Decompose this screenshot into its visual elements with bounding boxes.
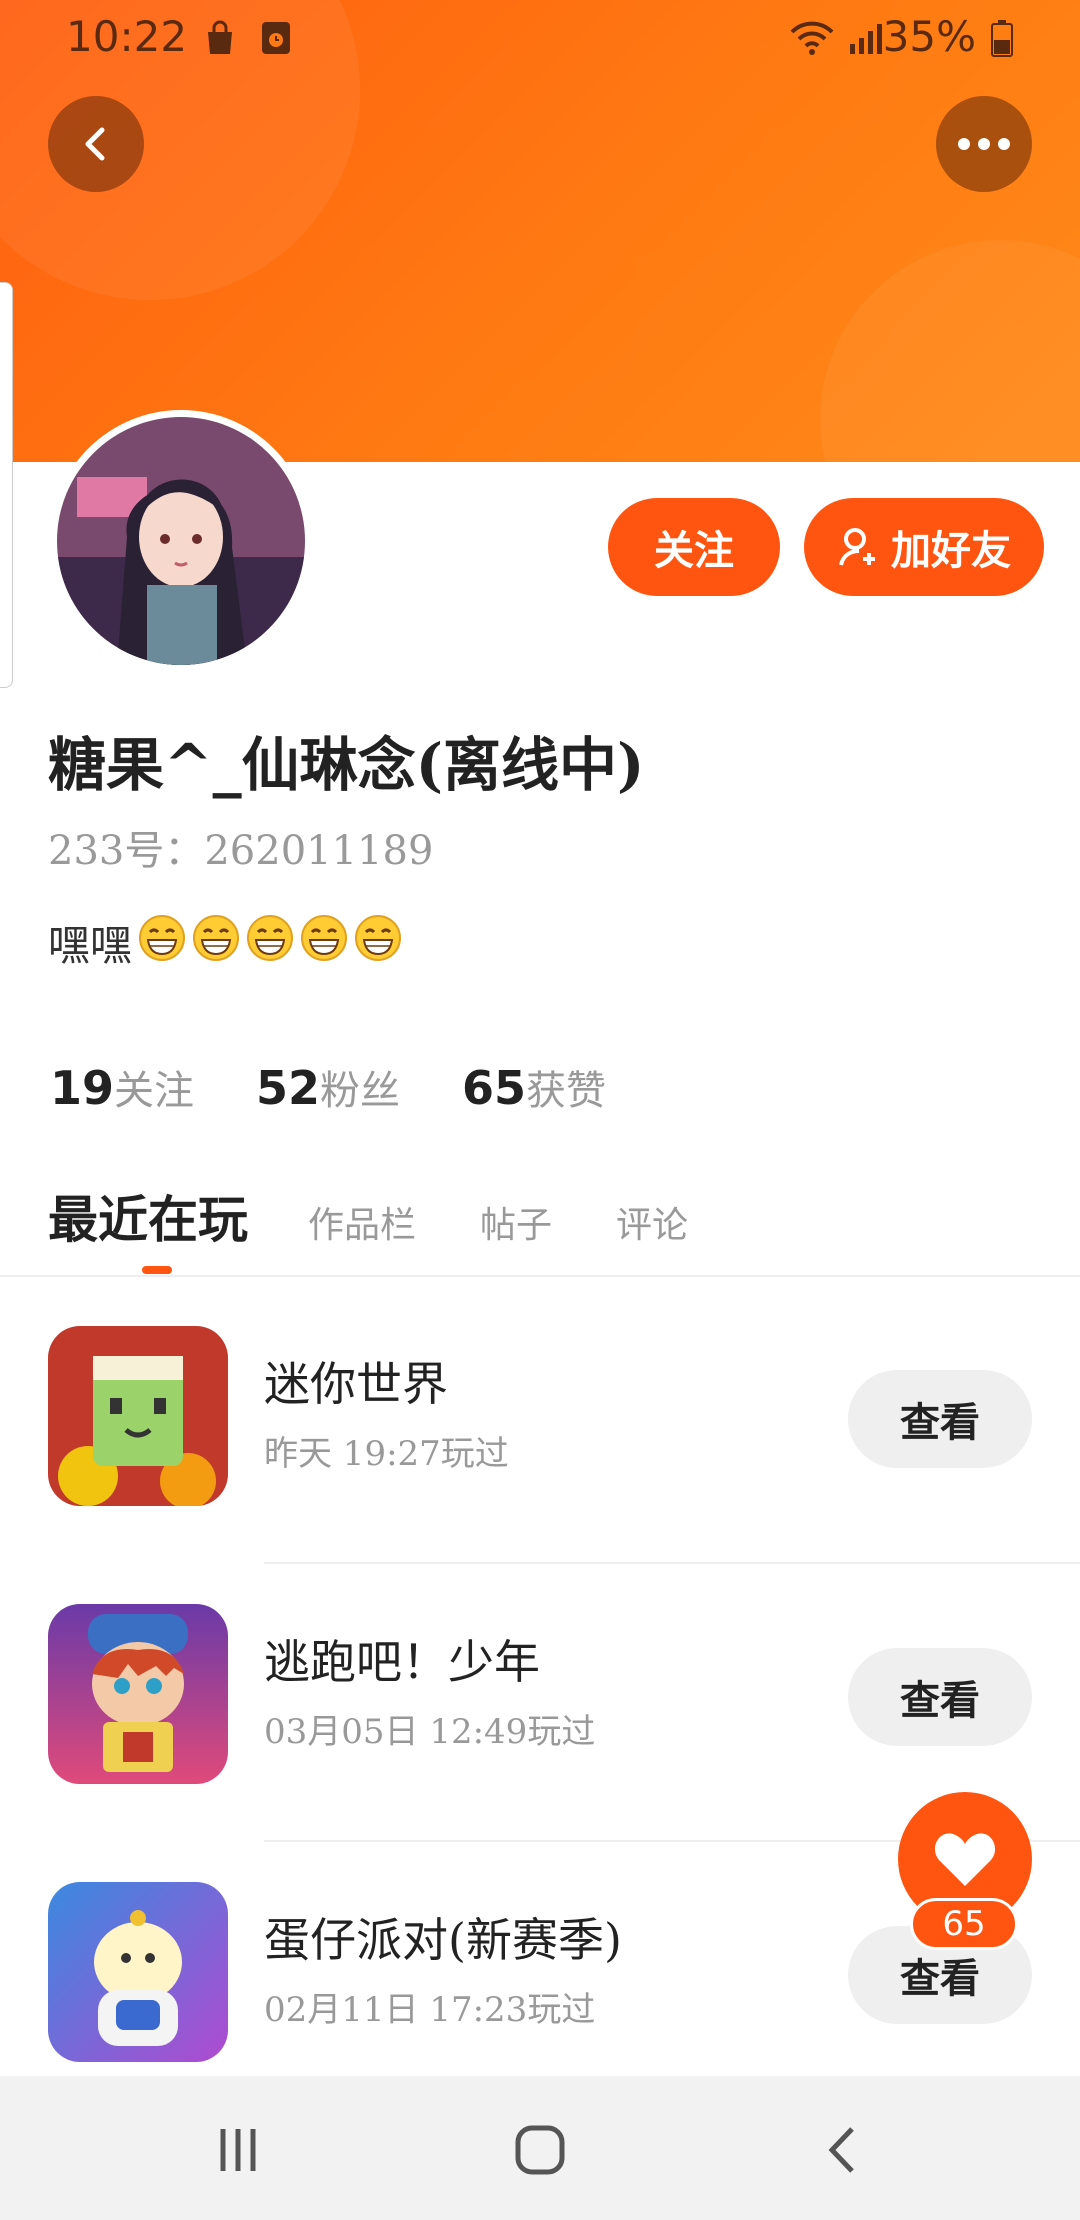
grin-emoji-icon — [301, 914, 348, 961]
game-name: 逃跑吧！少年 — [264, 1635, 540, 1689]
divider — [0, 1275, 1080, 1277]
follow-button[interactable]: 关注 — [608, 498, 780, 596]
stat-num: 52 — [256, 1061, 321, 1115]
tab-recently-played[interactable]: 最近在玩 — [48, 1180, 248, 1252]
view-button[interactable]: 查看 — [848, 1648, 1032, 1746]
like-count-badge: 65 — [910, 1898, 1018, 1950]
game-name: 迷你世界 — [264, 1357, 448, 1411]
bio-text: 嘿嘿 — [48, 921, 133, 970]
game-last-played: 昨天 19:27玩过 — [264, 1434, 509, 1474]
stat-num: 19 — [50, 1061, 115, 1115]
stat-label: 获赞 — [526, 1068, 607, 1114]
game-name: 蛋仔派对(新赛季) — [264, 1913, 622, 1967]
back-button[interactable] — [48, 96, 144, 192]
app-notification-icon — [258, 18, 294, 62]
add-user-icon — [839, 528, 875, 566]
tab-works[interactable]: 作品栏 — [308, 1196, 416, 1248]
stat-following[interactable]: 19关注 — [50, 1058, 194, 1116]
back-nav-button[interactable] — [812, 2120, 872, 2180]
stat-likes[interactable]: 65获赞 — [462, 1058, 606, 1116]
more-dots-icon — [958, 138, 1010, 150]
grin-emoji-icon — [355, 914, 402, 961]
chevron-left-icon — [828, 2127, 854, 2173]
more-options-button[interactable] — [936, 96, 1032, 192]
grin-emoji-icon — [139, 914, 186, 961]
profile-stats: 19关注 52粉丝 65获赞 — [50, 1058, 606, 1116]
game-list-item[interactable]: 迷你世界 昨天 19:27玩过 查看 — [0, 1286, 1080, 1564]
avatar-image — [57, 417, 305, 665]
user-id: 233号：262011189 — [48, 828, 434, 874]
battery-icon — [990, 18, 1014, 62]
banner-decoration — [820, 240, 1080, 462]
bio-emojis — [132, 914, 402, 972]
grin-emoji-icon — [193, 914, 240, 961]
heart-icon — [934, 1833, 996, 1886]
shopping-bag-icon — [200, 18, 240, 62]
grin-emoji-icon — [247, 914, 294, 961]
avatar[interactable] — [50, 410, 312, 672]
tab-posts[interactable]: 帖子 — [480, 1196, 552, 1248]
side-drawer-handle[interactable] — [0, 282, 13, 688]
game-list-item[interactable]: 逃跑吧！少年 03月05日 12:49玩过 查看 — [0, 1564, 1080, 1842]
add-friend-button[interactable]: 加好友 — [804, 498, 1044, 596]
home-icon — [515, 2125, 565, 2175]
profile-tabs: 最近在玩 作品栏 帖子 评论 — [48, 1180, 752, 1252]
follow-label: 关注 — [654, 528, 734, 574]
home-button[interactable] — [510, 2120, 570, 2180]
recent-apps-button[interactable] — [208, 2120, 268, 2180]
stat-num: 65 — [462, 1061, 527, 1115]
battery-percent: 35% — [882, 12, 976, 61]
status-bar: 10:22 35% — [0, 0, 1080, 72]
add-friend-label: 加好友 — [891, 528, 1011, 574]
bio: 嘿嘿 — [48, 912, 402, 973]
game-icon-mini-world — [48, 1326, 228, 1506]
stat-fans[interactable]: 52粉丝 — [256, 1058, 400, 1116]
tab-comments[interactable]: 评论 — [616, 1196, 688, 1248]
stat-label: 粉丝 — [320, 1068, 401, 1114]
chevron-left-icon — [85, 127, 105, 161]
wifi-icon — [788, 18, 836, 62]
status-time: 10:22 — [66, 12, 188, 61]
view-button[interactable]: 查看 — [848, 1370, 1032, 1468]
game-last-played: 02月11日 17:23玩过 — [264, 1990, 596, 2030]
stat-label: 关注 — [114, 1068, 195, 1114]
recent-apps-icon — [220, 2129, 256, 2171]
game-icon-run-boy — [48, 1604, 228, 1784]
game-icon-eggy-party — [48, 1882, 228, 2062]
system-nav-bar — [0, 2076, 1080, 2220]
active-tab-indicator — [142, 1266, 172, 1274]
username: 糖果^_仙琳念(离线中) — [48, 731, 645, 799]
game-last-played: 03月05日 12:49玩过 — [264, 1712, 596, 1752]
